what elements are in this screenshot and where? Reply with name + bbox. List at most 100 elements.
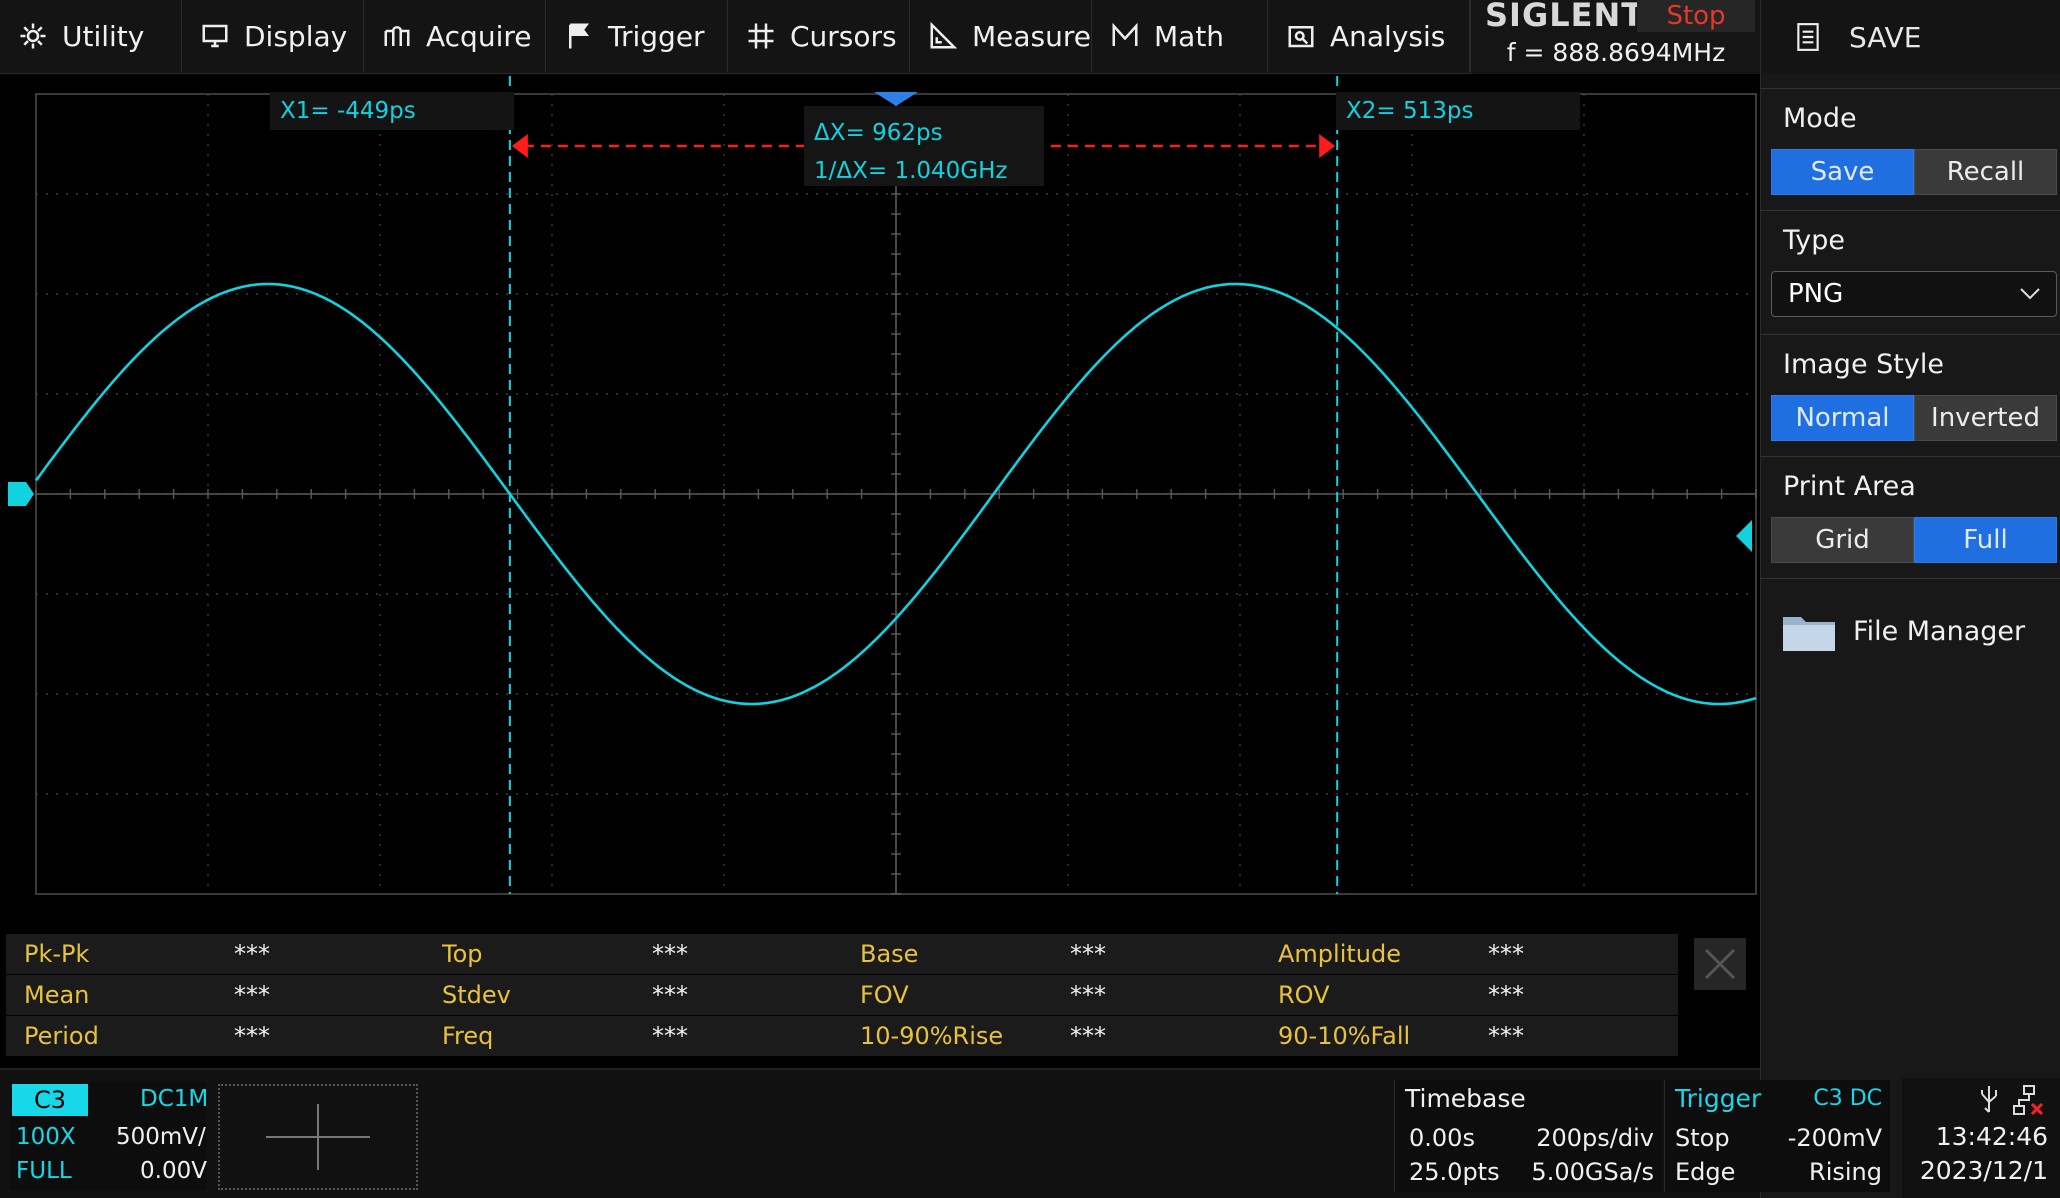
timebase-points: 25.0pts [1409, 1158, 1500, 1186]
measurement-name[interactable]: Period [6, 1016, 99, 1056]
timebase-panel[interactable]: Timebase 0.00s 200ps/div 25.0pts 5.00GSa… [1394, 1080, 1662, 1192]
trigger-mode: Stop [1675, 1124, 1730, 1152]
mode-save-option[interactable]: Save [1771, 149, 1914, 195]
ruler-icon [930, 21, 958, 49]
timebase-delay: 0.00s [1409, 1124, 1475, 1152]
measurement-name[interactable]: 90-10%Fall [1260, 1016, 1410, 1056]
close-icon [1704, 948, 1736, 980]
measurement-name[interactable]: FOV [842, 975, 909, 1015]
image-style-label: Image Style [1783, 349, 1944, 380]
waveform-display[interactable]: X1= -449ps X2= 513ps ΔX= 962ps 1/ΔX= 1.0… [0, 76, 1760, 928]
measurement-value: *** [1488, 940, 1524, 968]
menu-acquire[interactable]: Acquire [364, 0, 546, 72]
document-icon [1797, 23, 1819, 51]
cursor-x1-label: X1= -449ps [270, 92, 514, 130]
type-label: Type [1783, 225, 1846, 256]
clock-panel: 13:42:46 2023/12/1 [1902, 1078, 2060, 1198]
channel-bandwidth: FULL [16, 1158, 72, 1184]
menu-cursors[interactable]: Cursors [728, 0, 910, 72]
measurement-value: *** [234, 1022, 270, 1050]
menu-trigger[interactable]: Trigger [546, 0, 728, 72]
measurement-close-button[interactable] [1694, 938, 1746, 990]
plus-icon [266, 1104, 370, 1170]
inverse-delta-x-value: 1/ΔX= 1.040GHz [814, 158, 1008, 184]
measurement-value: *** [1488, 981, 1524, 1009]
trigger-slope: Rising [1809, 1158, 1882, 1186]
channel-coupling: DC1M [140, 1086, 209, 1112]
brand-status: SIGLENT Stop f = 888.8694MHz [1470, 0, 1760, 74]
clock-date: 2023/12/1 [1919, 1156, 2048, 1185]
measurement-value: *** [1070, 981, 1106, 1009]
trigger-type: Edge [1675, 1158, 1736, 1186]
menu-math[interactable]: Math [1092, 0, 1268, 72]
measurement-name[interactable]: Stdev [424, 975, 511, 1015]
type-section: Type PNG [1761, 210, 2060, 326]
delta-arrow-left [511, 134, 528, 158]
type-select[interactable]: PNG [1771, 271, 2057, 317]
print-area-label: Print Area [1783, 471, 1916, 502]
measurement-value: *** [234, 981, 270, 1009]
measurement-name[interactable]: Mean [6, 975, 89, 1015]
image-style-section: Image Style Normal Inverted [1761, 334, 2060, 450]
menu-measure[interactable]: Measure [910, 0, 1092, 72]
menu-utility[interactable]: Utility [0, 0, 182, 72]
graticule-axes [35, 93, 1757, 895]
measurement-name[interactable]: Amplitude [1260, 934, 1401, 974]
channel-3-info[interactable]: C3 DC1M 100X 500mV/ FULL 0.00V [10, 1082, 209, 1190]
print-area-section: Print Area Grid Full [1761, 456, 2060, 572]
file-manager-button[interactable]: File Manager [1781, 609, 2025, 653]
mode-section: Mode Save Recall [1761, 88, 2060, 204]
measurement-value: *** [1070, 1022, 1106, 1050]
image-style-inverted-option[interactable]: Inverted [1914, 395, 2057, 441]
measurement-name[interactable]: Top [424, 934, 483, 974]
trigger-source: C3 DC [1813, 1086, 1882, 1111]
menu-analysis-label: Analysis [1330, 19, 1446, 53]
file-manager-label: File Manager [1853, 615, 2026, 647]
timebase-scale: 200ps/div [1536, 1124, 1654, 1152]
timebase-sample-rate: 5.00GSa/s [1531, 1158, 1654, 1186]
save-panel-header: SAVE [1761, 0, 2060, 74]
add-channel-placeholder[interactable] [218, 1084, 418, 1190]
mode-recall-option[interactable]: Recall [1914, 149, 2057, 195]
channel-offset: 0.00V [140, 1158, 207, 1184]
trigger-panel[interactable]: Trigger C3 DC Stop -200mV Edge Rising [1664, 1080, 1890, 1192]
trigger-position-marker[interactable] [874, 92, 918, 106]
math-icon [1112, 22, 1138, 46]
gear-icon [20, 23, 46, 49]
image-style-toggle: Normal Inverted [1771, 395, 2057, 441]
print-area-grid-option[interactable]: Grid [1771, 517, 1914, 563]
menu-measure-label: Measure [972, 19, 1091, 53]
measurement-name[interactable]: 10-90%Rise [842, 1016, 1003, 1056]
measurement-value: *** [652, 1022, 688, 1050]
mode-toggle: Save Recall [1771, 149, 2057, 195]
cursors-icon [748, 23, 774, 49]
measurement-name[interactable]: Pk-Pk [6, 934, 89, 974]
menu-display[interactable]: Display [182, 0, 364, 72]
channel-3-offset-marker[interactable] [8, 482, 34, 506]
delta-x-value: ΔX= 962ps [814, 120, 943, 146]
measurement-row: Period *** Freq *** 10-90%Rise *** 90-10… [6, 1016, 1678, 1056]
save-panel: SAVE Mode Save Recall Type PNG Image Sty… [1760, 0, 2060, 1198]
measurement-name[interactable]: ROV [1260, 975, 1330, 1015]
cursor-x2-label: X2= 513ps [1336, 92, 1580, 130]
image-style-normal-option[interactable]: Normal [1771, 395, 1914, 441]
delta-arrow-right [1319, 134, 1336, 158]
network-disconnected-icon [2013, 1085, 2044, 1116]
menu-acquire-label: Acquire [426, 19, 532, 53]
print-area-full-option[interactable]: Full [1914, 517, 2057, 563]
measurement-row: Mean *** Stdev *** FOV *** ROV *** [6, 975, 1678, 1015]
measurement-name[interactable]: Base [842, 934, 918, 974]
run-state-indicator[interactable]: Stop [1637, 0, 1755, 32]
measurement-name[interactable]: Freq [424, 1016, 493, 1056]
measurement-row: Pk-Pk *** Top *** Base *** Amplitude *** [6, 934, 1678, 974]
acquire-icon [384, 26, 410, 46]
measurement-value: *** [652, 981, 688, 1009]
menu-math-label: Math [1154, 19, 1225, 53]
status-bar: C3 DC1M 100X 500mV/ FULL 0.00V Timebase … [0, 1068, 1890, 1198]
trigger-level-marker[interactable] [1736, 520, 1752, 552]
trigger-label: Trigger [1675, 1084, 1762, 1113]
menu-cursors-label: Cursors [790, 19, 897, 53]
menu-analysis[interactable]: Analysis [1268, 0, 1470, 72]
cursor-delta-readout: ΔX= 962ps 1/ΔX= 1.040GHz [804, 106, 1044, 186]
usb-icon [1981, 1086, 1997, 1113]
